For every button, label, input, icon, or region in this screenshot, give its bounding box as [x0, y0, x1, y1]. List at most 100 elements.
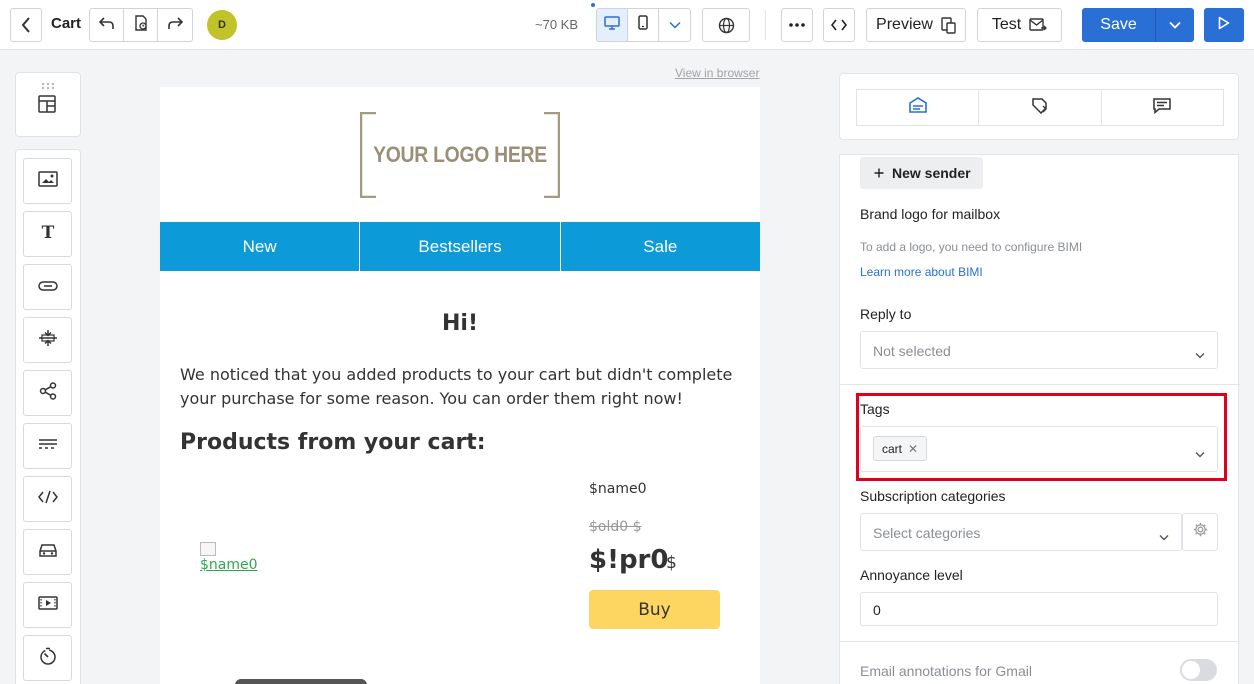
button-block-icon: [37, 278, 58, 296]
code-icon: [831, 19, 847, 31]
button-block-tool[interactable]: [23, 264, 72, 310]
gmail-annotations-label: Email annotations for Gmail: [860, 663, 1032, 679]
html-block-tool[interactable]: [23, 476, 72, 522]
test-button[interactable]: Test: [977, 8, 1062, 42]
intro-text[interactable]: We noticed that you added products to yo…: [180, 363, 750, 411]
top-toolbar: Cart D ~70 KB Preview Test Save: [0, 0, 1254, 50]
chevron-down-icon: [1195, 346, 1205, 364]
tab-messages[interactable]: [1102, 90, 1223, 125]
broken-image-icon: [200, 542, 216, 556]
bimi-learn-more-link[interactable]: Learn more about BIMI: [860, 265, 983, 279]
user-avatar[interactable]: D: [207, 10, 237, 40]
subscription-categories-select[interactable]: Select categories: [860, 513, 1182, 551]
reply-to-select[interactable]: Not selected: [860, 331, 1218, 369]
social-block-icon: [39, 381, 57, 405]
divider-block-icon: [38, 437, 58, 455]
more-icon: [789, 23, 805, 27]
menu-item-sale[interactable]: Sale: [561, 222, 760, 271]
menu-item-bestsellers[interactable]: Bestsellers: [360, 222, 561, 271]
view-in-browser-link[interactable]: View in browser: [675, 66, 759, 80]
tag-settings-icon: [1031, 96, 1049, 119]
product-price[interactable]: $!pr0: [589, 545, 668, 575]
tags-highlight-box: [856, 393, 1227, 481]
menu-block-tool[interactable]: [23, 529, 72, 575]
page-title: Cart: [51, 15, 82, 32]
new-sender-label: New sender: [892, 165, 971, 181]
mobile-view-button[interactable]: [628, 9, 659, 41]
tab-email-settings[interactable]: [857, 90, 980, 125]
email-canvas: YOUR LOGO HERE New Bestsellers Sale Hi! …: [160, 87, 760, 684]
test-label: Test: [991, 16, 1022, 33]
chevron-down-icon: [1159, 528, 1169, 546]
save-dropdown-button[interactable]: [1156, 8, 1194, 42]
drag-handle-icon[interactable]: [41, 77, 55, 95]
tab-tag-settings[interactable]: [979, 90, 1102, 125]
annoyance-level-label: Annoyance level: [860, 567, 963, 583]
gmail-annotations-toggle[interactable]: [1180, 659, 1217, 681]
undo-icon: [98, 16, 115, 35]
text-block-tool[interactable]: T: [23, 211, 72, 257]
spacer-block-icon: [38, 329, 58, 352]
next-product-image[interactable]: [235, 679, 367, 684]
structure-layout-icon[interactable]: [38, 95, 56, 118]
undo-button[interactable]: [90, 9, 124, 41]
redo-icon: [167, 16, 184, 35]
play-icon: [1218, 16, 1230, 35]
history-button[interactable]: [124, 9, 158, 41]
product-name[interactable]: $name0: [589, 481, 647, 497]
chevron-down-icon: [1169, 16, 1181, 34]
new-sender-button[interactable]: New sender: [860, 157, 983, 189]
product-image[interactable]: $name0: [200, 542, 258, 574]
buy-button[interactable]: Buy: [589, 590, 720, 629]
products-heading[interactable]: Products from your cart:: [180, 430, 486, 455]
gear-icon: [1193, 522, 1208, 542]
chevron-down-icon: [668, 16, 681, 34]
preview-label: Preview: [876, 16, 933, 33]
divider-block-tool[interactable]: [23, 423, 72, 469]
annoyance-level-input[interactable]: 0: [860, 592, 1218, 626]
reply-to-label: Reply to: [860, 306, 912, 322]
text-block-icon: T: [40, 223, 56, 245]
settings-tabs: [856, 89, 1224, 126]
language-button[interactable]: [702, 8, 750, 42]
preview-button[interactable]: Preview: [866, 8, 966, 42]
social-block-tool[interactable]: [23, 370, 72, 416]
subscription-categories-label: Subscription categories: [860, 488, 1006, 504]
toggle-knob: [1182, 661, 1200, 679]
timer-block-icon: [39, 647, 57, 670]
categories-settings-button[interactable]: [1182, 513, 1218, 551]
email-settings-icon: [908, 97, 928, 118]
video-block-tool[interactable]: [23, 582, 72, 628]
menu-item-new[interactable]: New: [160, 222, 361, 271]
timer-block-tool[interactable]: [23, 635, 72, 681]
reply-to-placeholder: Not selected: [873, 343, 951, 359]
menu-block-icon: [37, 542, 59, 563]
chevron-left-icon: [21, 17, 31, 33]
send-button[interactable]: [1204, 8, 1244, 42]
device-switcher: [596, 8, 691, 42]
product-old-price[interactable]: $old0 $: [589, 519, 642, 535]
html-block-icon: [37, 490, 58, 509]
redo-button[interactable]: [158, 9, 192, 41]
send-mail-icon: [1029, 18, 1048, 32]
logo-placeholder[interactable]: YOUR LOGO HERE: [360, 112, 560, 198]
back-button[interactable]: [10, 8, 42, 42]
image-block-tool[interactable]: [23, 158, 72, 204]
desktop-view-button[interactable]: [597, 9, 628, 41]
subscription-categories-placeholder: Select categories: [873, 525, 981, 541]
save-button[interactable]: Save: [1082, 8, 1156, 42]
code-view-button[interactable]: [823, 8, 855, 42]
history-controls: [89, 8, 193, 42]
annoyance-level-value: 0: [873, 602, 881, 618]
plus-icon: [874, 165, 884, 181]
greeting-heading[interactable]: Hi!: [160, 311, 760, 336]
email-size: ~70 KB: [535, 17, 579, 32]
section-divider: [840, 641, 1240, 642]
email-menu-bar: New Bestsellers Sale: [160, 222, 760, 271]
preview-icon: [941, 16, 956, 34]
more-button[interactable]: [781, 8, 813, 42]
product-image-alt-link[interactable]: $name0: [200, 557, 258, 573]
spacer-block-tool[interactable]: [23, 317, 72, 363]
device-dropdown-button[interactable]: [659, 9, 690, 41]
video-block-icon: [37, 595, 58, 615]
